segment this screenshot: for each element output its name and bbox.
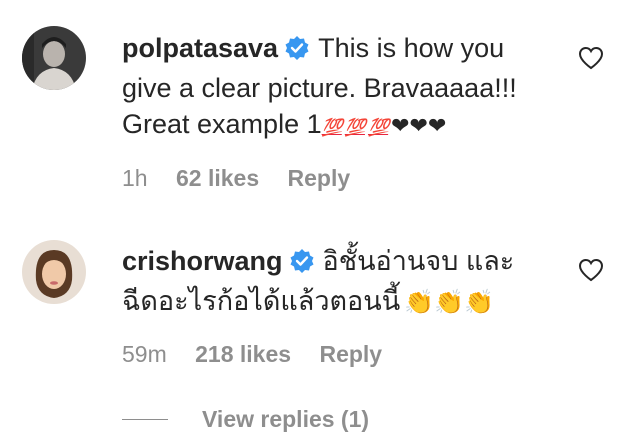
comment-text: crishorwang อิชั้นอ่านจบ และ ฉีดอะไรก้อได… — [122, 243, 562, 320]
likes-count[interactable]: 218 likes — [195, 341, 291, 367]
profile-photo-icon — [22, 240, 86, 304]
comment-text: polpatasava This is how you give a clear … — [122, 30, 562, 146]
verified-badge-icon — [284, 34, 310, 70]
comment-line-3: Great example 1 — [122, 109, 322, 139]
reply-button[interactable]: Reply — [288, 165, 351, 191]
username[interactable]: polpatasava — [122, 33, 278, 63]
avatar[interactable] — [22, 240, 86, 304]
profile-photo-icon — [22, 26, 86, 90]
like-heart-icon[interactable] — [578, 46, 604, 75]
hundred-emoji-icon: 💯 — [321, 118, 343, 137]
hearts-emoji-icon: ❤❤❤ — [391, 114, 447, 139]
likes-count[interactable]: 62 likes — [176, 165, 259, 191]
hundred-emoji-icon: 💯 — [344, 118, 366, 137]
view-replies-label[interactable]: View replies (1) — [202, 406, 369, 433]
comment-line-2: give a clear picture. Bravaaaaa!!! — [122, 73, 517, 103]
like-heart-icon[interactable] — [578, 258, 604, 287]
timestamp: 1h — [122, 165, 148, 191]
verified-badge-icon — [289, 247, 315, 283]
comment-line-2: ฉีดอะไรก้อได้แล้วตอนนี้ — [122, 286, 401, 316]
divider-line — [122, 419, 168, 420]
hundred-emoji-icon: 💯 — [367, 118, 389, 137]
avatar[interactable] — [22, 26, 86, 90]
clapping-hands-icon: 👏👏👏 — [404, 288, 494, 316]
comment-meta: 1h 62 likes Reply — [122, 165, 372, 192]
view-replies-button[interactable]: View replies (1) — [122, 406, 369, 433]
username[interactable]: crishorwang — [122, 246, 283, 276]
comment-line-1: This is how you — [318, 33, 505, 63]
reply-button[interactable]: Reply — [319, 341, 382, 367]
comment-line-1: อิชั้นอ่านจบ และ — [322, 246, 515, 276]
comment-meta: 59m 218 likes Reply — [122, 341, 404, 368]
timestamp: 59m — [122, 341, 167, 367]
